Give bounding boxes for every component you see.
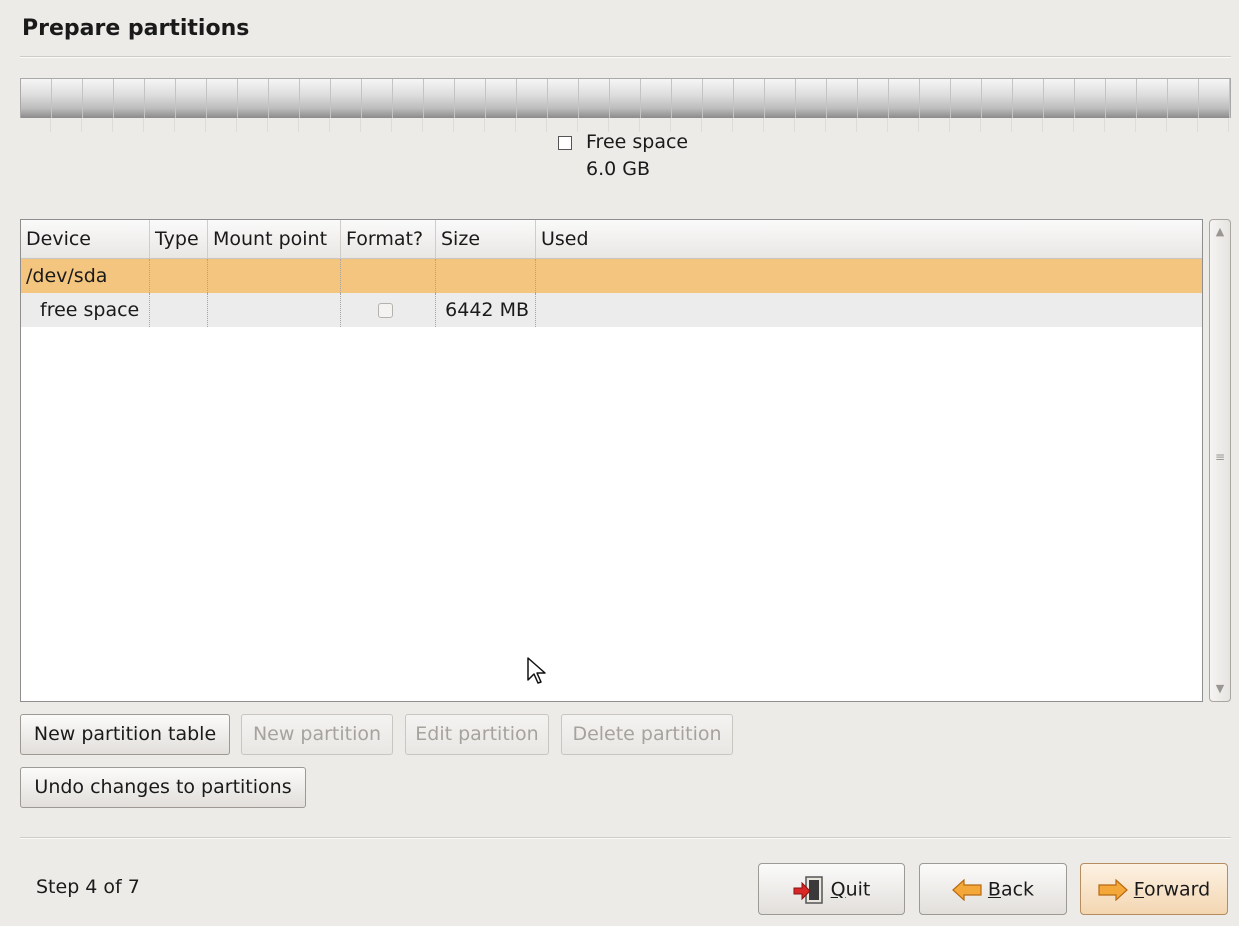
table-header: Device Type Mount point Format? Size Use… — [21, 220, 1202, 259]
forward-button[interactable]: Forward — [1080, 863, 1228, 915]
scroll-down-arrow-icon[interactable]: ▼ — [1210, 679, 1230, 699]
new-partition-button[interactable]: New partition — [241, 714, 393, 755]
quit-button[interactable]: Quit — [758, 863, 905, 915]
partition-table[interactable]: Device Type Mount point Format? Size Use… — [20, 219, 1203, 702]
step-indicator: Step 4 of 7 — [36, 876, 140, 898]
back-arrow-icon — [952, 878, 982, 901]
new-partition-table-button[interactable]: New partition table — [20, 714, 230, 755]
back-label: ack — [1000, 878, 1035, 901]
legend-label: Free space — [586, 131, 689, 153]
cell-type — [150, 259, 208, 293]
cell-mount-point — [208, 293, 341, 327]
column-header-device[interactable]: Device — [21, 220, 150, 258]
column-header-size[interactable]: Size — [436, 220, 536, 258]
column-header-mount-point[interactable]: Mount point — [208, 220, 341, 258]
table-row[interactable]: /dev/sda — [21, 259, 1202, 293]
delete-partition-button[interactable]: Delete partition — [561, 714, 733, 755]
cell-used — [536, 293, 1196, 327]
header-separator — [20, 56, 1231, 58]
column-header-used[interactable]: Used — [536, 220, 1196, 258]
column-header-format[interactable]: Format? — [341, 220, 436, 258]
mouse-pointer-icon — [527, 657, 546, 684]
disk-usage-bar — [20, 78, 1231, 118]
forward-mnemonic: F — [1133, 878, 1145, 901]
scroll-up-arrow-icon[interactable]: ▲ — [1210, 222, 1230, 242]
cell-mount-point — [208, 259, 341, 293]
format-checkbox[interactable] — [378, 303, 393, 318]
table-row[interactable]: free space 6442 MB — [21, 293, 1202, 327]
cell-used — [536, 259, 1196, 293]
scroll-grip-icon: ≡ — [1214, 450, 1226, 464]
quit-exit-door-icon — [793, 875, 823, 904]
edit-partition-button[interactable]: Edit partition — [405, 714, 549, 755]
cell-device: free space — [21, 293, 150, 327]
disk-usage-bar-reflection — [20, 118, 1231, 132]
back-mnemonic: B — [987, 878, 1001, 901]
table-vertical-scrollbar[interactable]: ▲ ≡ ▼ — [1209, 219, 1231, 702]
undo-changes-button[interactable]: Undo changes to partitions — [20, 767, 306, 808]
cell-device: /dev/sda — [21, 259, 150, 293]
cell-size: 6442 MB — [436, 293, 536, 327]
footer-separator — [20, 837, 1231, 839]
legend-size: 6.0 GB — [586, 158, 651, 180]
page-title: Prepare partitions — [22, 16, 250, 41]
quit-mnemonic: Q — [830, 878, 846, 901]
column-header-type[interactable]: Type — [150, 220, 208, 258]
quit-label: uit — [845, 878, 871, 901]
forward-label: orward — [1144, 878, 1211, 901]
free-space-swatch-icon — [558, 136, 572, 150]
cell-format — [341, 259, 436, 293]
cell-format — [341, 293, 436, 327]
back-button[interactable]: Back — [919, 863, 1067, 915]
cell-type — [150, 293, 208, 327]
cell-size — [436, 259, 536, 293]
forward-arrow-icon — [1098, 878, 1128, 901]
